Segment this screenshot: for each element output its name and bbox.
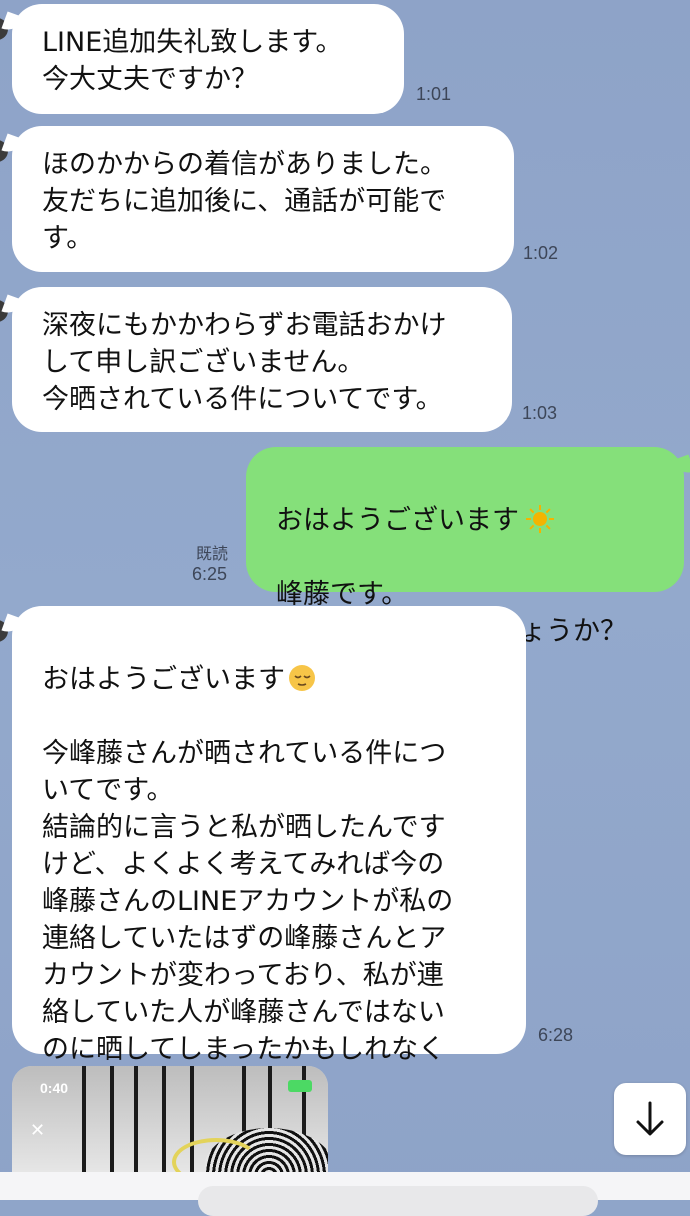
battery-icon xyxy=(288,1080,312,1092)
arrow-down-icon xyxy=(636,1101,664,1136)
close-icon: ✕ xyxy=(30,1120,46,1141)
message-time: 1:03 xyxy=(522,403,558,423)
message-text-line1: おはようございます xyxy=(42,664,285,695)
message-bubble: おはようございます 峰藤です。 どうされましたでしょうか？ xyxy=(246,447,684,647)
preview-stripe xyxy=(82,1066,86,1172)
message-input[interactable] xyxy=(198,1186,598,1216)
message-text: LINE追加失礼致します。 今大丈夫ですか？ xyxy=(12,4,404,114)
message-time: 6:28 xyxy=(538,1025,574,1045)
message-text-line2: 今峰藤さんが晒されている件につ いてです。 結論的に言うと私が晒したんです けど… xyxy=(42,738,454,1102)
message-bubble: おはようございます 今峰藤さんが晒されている件につ いてです。 結論的に言うと私… xyxy=(12,606,526,1102)
read-receipt: 既読 xyxy=(196,544,229,563)
scroll-to-bottom-button[interactable] xyxy=(614,1083,686,1155)
image-message-preview[interactable]: 0:40 ✕ xyxy=(12,1066,328,1172)
message-text-line1: おはようございます xyxy=(276,505,519,536)
preview-status-time: 0:40 xyxy=(40,1080,69,1096)
message-text: ほのかからの着信がありました。 友だちに追加後に、通話が可能で す。 xyxy=(12,126,514,272)
preview-stripe xyxy=(110,1066,114,1172)
message-time: 6:25 xyxy=(192,564,228,584)
preview-stripe xyxy=(134,1066,138,1172)
message-time: 1:02 xyxy=(523,243,559,263)
message-time: 1:01 xyxy=(416,84,452,104)
message-text: 深夜にもかかわらずお電話おかけ して申し訳ございません。 今晒されている件につい… xyxy=(12,287,512,432)
sun-emoji-icon xyxy=(526,505,554,533)
preview-stripe xyxy=(162,1066,166,1172)
relieved-face-emoji-icon xyxy=(289,665,315,691)
